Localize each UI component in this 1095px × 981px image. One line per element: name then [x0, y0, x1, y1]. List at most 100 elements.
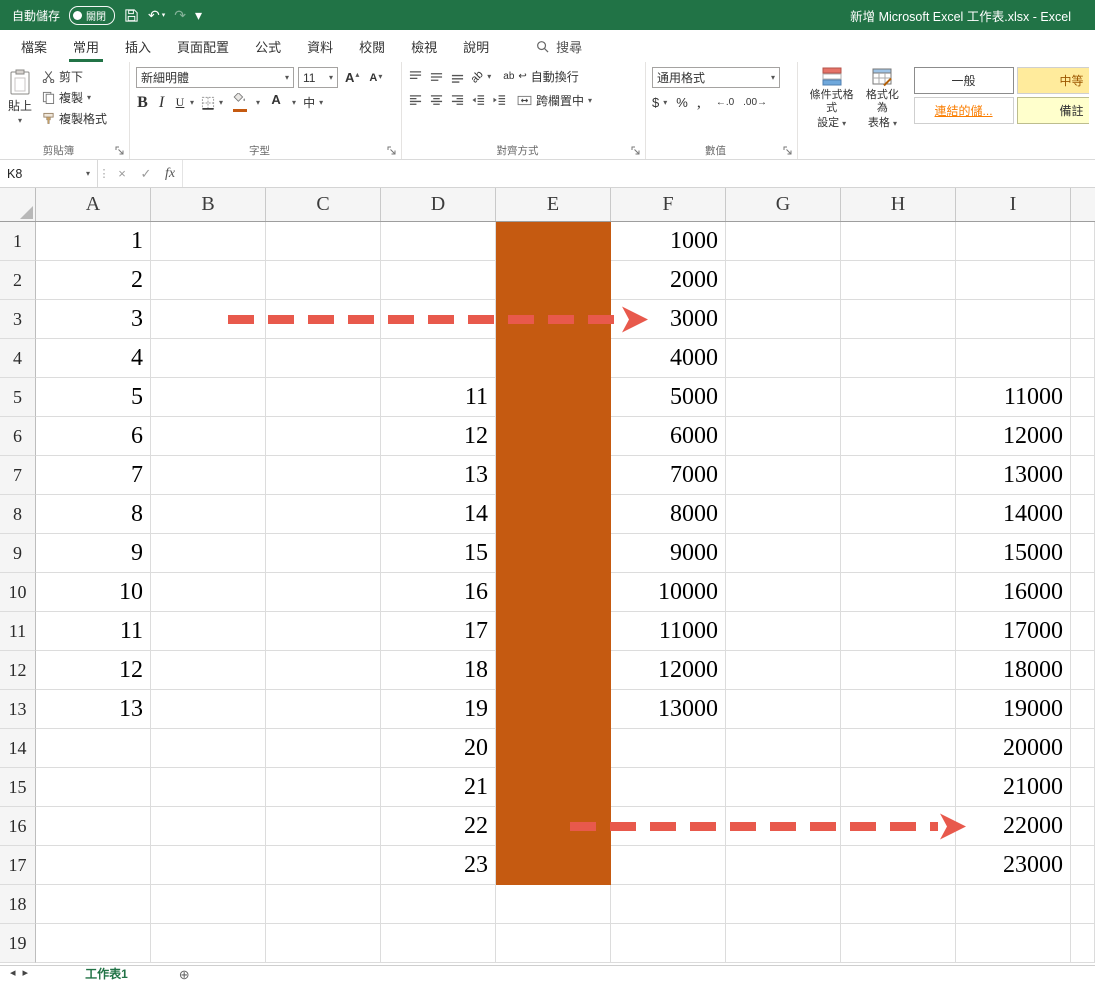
cell-E9[interactable]	[496, 534, 611, 573]
cell-G17[interactable]	[726, 846, 841, 885]
cell-partial-9[interactable]	[1071, 534, 1095, 573]
cell-partial-10[interactable]	[1071, 573, 1095, 612]
cell-D16[interactable]: 22	[381, 807, 496, 846]
column-header-F[interactable]: F	[611, 188, 726, 221]
cell-E5[interactable]	[496, 378, 611, 417]
cell-I4[interactable]	[956, 339, 1071, 378]
cell-A13[interactable]: 13	[36, 690, 151, 729]
cell-B7[interactable]	[151, 456, 266, 495]
cell-G8[interactable]	[726, 495, 841, 534]
row-header-9[interactable]: 9	[0, 534, 36, 573]
cell-D13[interactable]: 19	[381, 690, 496, 729]
cell-B12[interactable]	[151, 651, 266, 690]
cell-partial-4[interactable]	[1071, 339, 1095, 378]
row-header-1[interactable]: 1	[0, 222, 36, 261]
ribbon-tab-5[interactable]: 資料	[294, 30, 346, 62]
cell-B17[interactable]	[151, 846, 266, 885]
cell-C15[interactable]	[266, 768, 381, 807]
cell-I19[interactable]	[956, 924, 1071, 963]
borders-button[interactable]: ▾	[201, 93, 223, 112]
align-center-icon[interactable]	[429, 94, 444, 107]
cell-E8[interactable]	[496, 495, 611, 534]
cell-D8[interactable]: 14	[381, 495, 496, 534]
cell-I17[interactable]: 23000	[956, 846, 1071, 885]
cell-I15[interactable]: 21000	[956, 768, 1071, 807]
cell-C16[interactable]	[266, 807, 381, 846]
cell-E11[interactable]	[496, 612, 611, 651]
cell-F13[interactable]: 13000	[611, 690, 726, 729]
cell-partial-16[interactable]	[1071, 807, 1095, 846]
row-header-8[interactable]: 8	[0, 495, 36, 534]
alignment-dialog-launcher-icon[interactable]	[631, 146, 641, 156]
column-header-D[interactable]: D	[381, 188, 496, 221]
cell-B5[interactable]	[151, 378, 266, 417]
cell-F10[interactable]: 10000	[611, 573, 726, 612]
align-bottom-icon[interactable]	[450, 70, 465, 83]
cell-A1[interactable]: 1	[36, 222, 151, 261]
cell-F15[interactable]	[611, 768, 726, 807]
cell-I8[interactable]: 14000	[956, 495, 1071, 534]
search-box[interactable]: 搜尋	[536, 30, 582, 62]
cell-F17[interactable]	[611, 846, 726, 885]
cell-I10[interactable]: 16000	[956, 573, 1071, 612]
cell-E7[interactable]	[496, 456, 611, 495]
cell-D12[interactable]: 18	[381, 651, 496, 690]
accounting-format-button[interactable]: $ ▾	[652, 93, 667, 112]
cell-B14[interactable]	[151, 729, 266, 768]
cell-B10[interactable]	[151, 573, 266, 612]
row-header-16[interactable]: 16	[0, 807, 36, 846]
number-format-select[interactable]: 通用格式 ▾	[652, 67, 780, 88]
increase-decimal-button[interactable]: ←.0	[716, 93, 734, 112]
font-name-select[interactable]: 新細明體 ▾	[136, 67, 294, 88]
sheet-tab[interactable]: 工作表1	[77, 968, 136, 981]
cell-partial-11[interactable]	[1071, 612, 1095, 651]
align-left-icon[interactable]	[408, 94, 423, 107]
conditional-formatting-button[interactable]: 條件式格式 設定 ▾	[804, 67, 859, 131]
cell-G10[interactable]	[726, 573, 841, 612]
cell-H1[interactable]	[841, 222, 956, 261]
cell-A5[interactable]: 5	[36, 378, 151, 417]
format-painter-button[interactable]: 複製格式	[42, 109, 107, 128]
row-header-4[interactable]: 4	[0, 339, 36, 378]
cell-G15[interactable]	[726, 768, 841, 807]
increase-indent-icon[interactable]	[492, 94, 507, 107]
cell-G7[interactable]	[726, 456, 841, 495]
cell-H19[interactable]	[841, 924, 956, 963]
cell-I13[interactable]: 19000	[956, 690, 1071, 729]
cell-D11[interactable]: 17	[381, 612, 496, 651]
cell-partial-18[interactable]	[1071, 885, 1095, 924]
cell-D6[interactable]: 12	[381, 417, 496, 456]
column-header-B[interactable]: B	[151, 188, 266, 221]
align-top-icon[interactable]	[408, 70, 423, 83]
cell-F2[interactable]: 2000	[611, 261, 726, 300]
formula-input[interactable]	[182, 160, 1095, 187]
column-header-G[interactable]: G	[726, 188, 841, 221]
cell-G16[interactable]	[726, 807, 841, 846]
ribbon-tab-1[interactable]: 常用	[60, 30, 112, 62]
copy-button[interactable]: 複製 ▾	[42, 88, 107, 107]
cell-E12[interactable]	[496, 651, 611, 690]
cell-F9[interactable]: 9000	[611, 534, 726, 573]
cell-D15[interactable]: 21	[381, 768, 496, 807]
cell-C1[interactable]	[266, 222, 381, 261]
cell-E16[interactable]	[496, 807, 611, 846]
cell-A4[interactable]: 4	[36, 339, 151, 378]
cell-C4[interactable]	[266, 339, 381, 378]
cancel-button[interactable]: ×	[110, 160, 134, 187]
cell-E1[interactable]	[496, 222, 611, 261]
cell-partial-5[interactable]	[1071, 378, 1095, 417]
cell-H13[interactable]	[841, 690, 956, 729]
cell-F14[interactable]	[611, 729, 726, 768]
column-header-H[interactable]: H	[841, 188, 956, 221]
cell-D1[interactable]	[381, 222, 496, 261]
cell-E3[interactable]	[496, 300, 611, 339]
cell-C2[interactable]	[266, 261, 381, 300]
align-right-icon[interactable]	[450, 94, 465, 107]
cell-B19[interactable]	[151, 924, 266, 963]
cell-B2[interactable]	[151, 261, 266, 300]
cell-I11[interactable]: 17000	[956, 612, 1071, 651]
column-header-partial[interactable]	[1071, 188, 1095, 221]
decrease-decimal-button[interactable]: .00→	[743, 93, 767, 112]
cell-E2[interactable]	[496, 261, 611, 300]
cell-D17[interactable]: 23	[381, 846, 496, 885]
